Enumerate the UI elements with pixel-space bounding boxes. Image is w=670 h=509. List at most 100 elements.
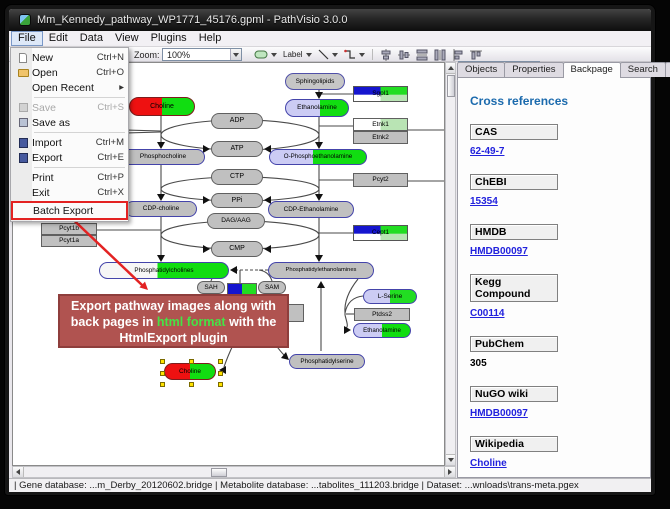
pathway-node-pcyt1a[interactable]: Pcyt1a	[41, 235, 97, 247]
menu-file[interactable]: File	[11, 31, 43, 46]
pathway-node-choline-top[interactable]: Choline	[129, 97, 195, 116]
file-menu-item-import[interactable]: ImportCtrl+M	[12, 135, 127, 150]
align-left-icon[interactable]	[449, 48, 467, 61]
menu-help[interactable]: Help	[193, 31, 228, 46]
canvas-vertical-scrollbar[interactable]	[445, 62, 456, 466]
pathway-node-ptdss2[interactable]: Ptdss2	[354, 308, 410, 321]
distribute-horizontal-icon[interactable]	[431, 48, 449, 61]
selection-handle[interactable]	[160, 371, 165, 376]
selection-handle[interactable]	[160, 359, 165, 364]
chevron-down-icon[interactable]	[306, 53, 312, 57]
scroll-left-icon[interactable]	[13, 467, 24, 477]
align-center-x-icon[interactable]	[377, 48, 395, 61]
backpage-content[interactable]: Cross references CAS62-49-7ChEBI15354HMD…	[457, 77, 651, 478]
pathway-node-phosphatidylserine[interactable]: Phosphatidylserine	[289, 354, 365, 369]
selection-handle[interactable]	[218, 371, 223, 376]
file-menu-item-new[interactable]: NewCtrl+N	[12, 50, 127, 65]
pathway-node-sah[interactable]: SAH	[197, 281, 225, 294]
pathway-node-pcyt2[interactable]: Pcyt2	[353, 173, 408, 187]
menu-shortcut: Ctrl+M	[96, 137, 124, 148]
menu-view[interactable]: View	[109, 31, 145, 46]
pathway-node-cdp-ethanolamine[interactable]: CDP-Ethanolamine	[268, 201, 354, 218]
file-menu-item-open-recent[interactable]: Open Recent▸	[12, 80, 127, 95]
chevron-down-icon[interactable]	[359, 53, 365, 57]
add-datanode-button[interactable]	[251, 48, 271, 61]
pathway-node-l-serine[interactable]: L-Serine	[363, 289, 417, 304]
crossref-link[interactable]: Choline	[470, 458, 638, 469]
file-menu-item-batch-export[interactable]: Batch Export	[13, 203, 126, 218]
pathway-node-cmp[interactable]: CMP	[211, 241, 263, 257]
add-label-button[interactable]: Label	[280, 48, 306, 61]
window-title: Mm_Kennedy_pathway_WP1771_45176.gpml - P…	[37, 14, 347, 26]
pathway-node-sam[interactable]: SAM	[258, 281, 286, 294]
pathway-node-adp[interactable]: ADP	[211, 113, 263, 129]
backpage-section-nugo-wiki: NuGO wikiHMDB00097	[470, 386, 638, 419]
pathway-node-pcyt1b[interactable]: Pcyt1b	[41, 223, 97, 235]
vertical-scroll-thumb[interactable]	[447, 75, 455, 97]
menu-item-label: Exit	[32, 187, 97, 199]
pathway-node-sgpl1[interactable]: Sgpl1	[353, 86, 408, 102]
menu-item-label: Batch Export	[33, 205, 123, 217]
horizontal-scroll-thumb[interactable]	[211, 468, 227, 477]
selection-handle[interactable]	[189, 359, 194, 364]
pathway-node-sphingolipids[interactable]: Sphingolipids	[285, 73, 345, 90]
add-connector-button[interactable]	[341, 48, 359, 61]
pathway-node-ethanolamine-bottom[interactable]: Ethanolamine	[353, 323, 411, 338]
pathway-node-ethanolamine-top[interactable]: Ethanolamine	[285, 99, 349, 117]
crossref-link[interactable]: HMDB00097	[470, 408, 638, 419]
menu-item-label: Import	[32, 137, 96, 149]
menu-item-label: Save	[32, 102, 97, 114]
file-menu-item-exit[interactable]: ExitCtrl+X	[12, 185, 127, 200]
file-menu-item-export[interactable]: ExportCtrl+E	[12, 150, 127, 165]
chevron-down-icon[interactable]	[230, 49, 241, 60]
add-line-button[interactable]	[315, 48, 332, 61]
crossref-link[interactable]: 15354	[470, 196, 638, 207]
title-bar[interactable]: Mm_Kennedy_pathway_WP1771_45176.gpml - P…	[9, 9, 651, 31]
pathway-node-cept1[interactable]: Cept1	[353, 225, 408, 241]
tab-search[interactable]: Search	[620, 62, 666, 77]
backpage-section-header: CAS	[470, 124, 558, 140]
menu-shortcut: Ctrl+E	[97, 152, 124, 163]
pathway-node-cdp-choline[interactable]: CDP-choline	[125, 201, 197, 217]
pathway-node-o-phosphoethanolamine[interactable]: O-Phosphoethanolamine	[269, 149, 367, 165]
menu-edit[interactable]: Edit	[43, 31, 74, 46]
file-menu-item-print[interactable]: PrintCtrl+P	[12, 170, 127, 185]
align-center-y-icon[interactable]	[395, 48, 413, 61]
scroll-up-icon[interactable]	[446, 63, 455, 74]
pathway-node-phosphocholine[interactable]: Phosphocholine	[121, 149, 205, 165]
pathway-node-phosphatidylcholines[interactable]: Phosphatidylcholines	[99, 262, 229, 279]
pathway-node-phosphatidylethanolamines[interactable]: Phosphatidylethanolamines	[268, 262, 374, 279]
tab-legend[interactable]: Legend	[665, 62, 670, 77]
pathway-node-dag-aag[interactable]: DAG/AAG	[207, 213, 265, 229]
selection-handle[interactable]	[160, 382, 165, 387]
selection-handle[interactable]	[218, 359, 223, 364]
scroll-right-icon[interactable]	[444, 467, 455, 477]
distribute-vertical-icon[interactable]	[413, 48, 431, 61]
chevron-down-icon[interactable]	[271, 53, 277, 57]
tab-objects[interactable]: Objects	[457, 62, 505, 77]
pathway-node-atp[interactable]: ATP	[211, 141, 263, 157]
open-folder-icon	[14, 69, 32, 77]
pathway-node-ctp[interactable]: CTP	[211, 169, 263, 185]
crossref-link[interactable]: HMDB00097	[470, 246, 638, 257]
pathway-node-choline-selected[interactable]: Choline	[164, 363, 216, 380]
selection-handle[interactable]	[218, 382, 223, 387]
tab-backpage[interactable]: Backpage	[563, 62, 621, 78]
align-top-icon[interactable]	[467, 48, 485, 61]
tab-properties[interactable]: Properties	[504, 62, 563, 77]
file-menu: NewCtrl+NOpenCtrl+OOpen Recent▸ Save Ctrl+…	[10, 47, 129, 222]
crossref-link[interactable]: 62-49-7	[470, 146, 638, 157]
pathway-node-etnk2[interactable]: Etnk2	[353, 131, 408, 144]
chevron-down-icon[interactable]	[332, 53, 338, 57]
file-menu-item-open[interactable]: OpenCtrl+O	[12, 65, 127, 80]
crossref-link[interactable]: C00114	[470, 308, 638, 319]
scroll-down-icon[interactable]	[446, 454, 455, 465]
pathway-node-etnk1[interactable]: Etnk1	[353, 118, 408, 131]
pathway-node-ppi[interactable]: PPi	[211, 193, 263, 208]
selection-handle[interactable]	[189, 382, 194, 387]
canvas-horizontal-scrollbar[interactable]	[12, 466, 456, 478]
file-menu-item-save-as[interactable]: Save as	[12, 115, 127, 130]
menu-data[interactable]: Data	[74, 31, 109, 46]
menu-plugins[interactable]: Plugins	[145, 31, 193, 46]
zoom-select[interactable]: 100%	[162, 48, 242, 61]
